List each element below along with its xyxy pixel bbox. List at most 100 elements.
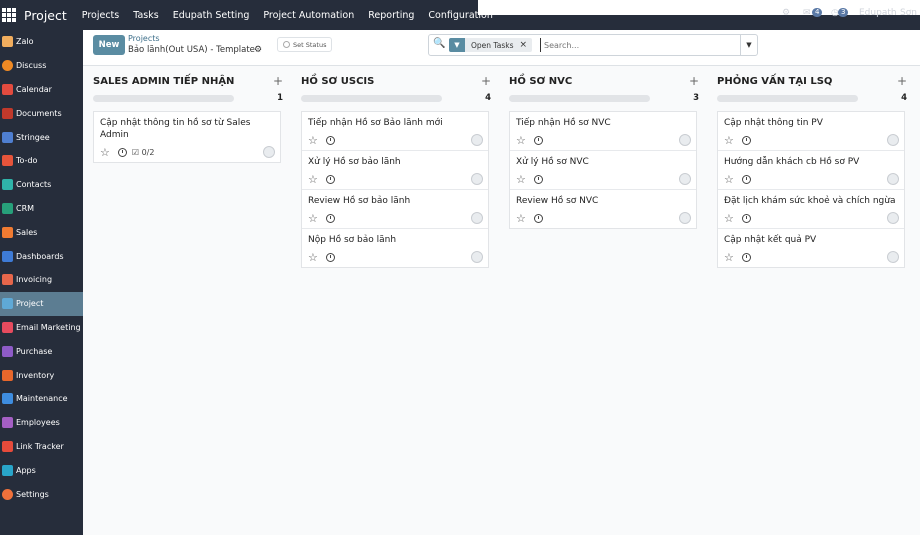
sidebar-item-purchase[interactable]: Purchase [0,339,83,363]
activity-clock-icon[interactable] [741,174,751,184]
activity-clock-icon[interactable] [741,252,751,262]
star-icon[interactable]: ☆ [724,252,734,263]
sidebar-item-crm[interactable]: CRM [0,197,83,221]
activity-clock-icon[interactable] [325,252,335,262]
sidebar-item-employees[interactable]: Employees [0,411,83,435]
bug-icon[interactable]: ⚙ [782,8,790,22]
star-icon[interactable]: ☆ [516,213,526,224]
menu-reporting[interactable]: Reporting [368,10,414,21]
sidebar-item-dashboards[interactable]: Dashboards [0,244,83,268]
status-circle-icon[interactable] [679,173,691,185]
star-icon[interactable]: ☆ [724,174,734,185]
sidebar-item-invoicing[interactable]: Invoicing [0,268,83,292]
sidebar-item-todo[interactable]: To-do [0,149,83,173]
menu-edupath-setting[interactable]: Edupath Setting [173,10,250,21]
app-sidebar: Zalo Discuss Calendar Documents Stringee… [0,30,83,535]
status-circle-icon[interactable] [471,251,483,263]
star-icon[interactable]: ☆ [516,174,526,185]
sidebar-item-label: Dashboards [16,251,64,261]
card-list: Cập nhật thông tin PV ☆ Hướng dẫn khách … [717,111,905,268]
activity-clock-icon[interactable] [741,213,751,223]
status-circle-icon[interactable] [887,212,899,224]
task-card[interactable]: Đặt lịch khám sức khoẻ và chích ngừa ☆ [718,190,904,229]
breadcrumb-current: Bảo lãnh(Out USA) - Template [128,45,255,55]
sidebar-item-stringee[interactable]: Stringee [0,125,83,149]
sidebar-item-project[interactable]: Project [0,291,83,316]
star-icon[interactable]: ☆ [724,213,734,224]
sidebar-item-maintenance[interactable]: Maintenance [0,387,83,411]
activity-clock-icon[interactable] [117,147,127,157]
sidebar-item-contacts[interactable]: Contacts [0,173,83,197]
activity-clock-icon[interactable] [533,213,543,223]
sidebar-item-label: Employees [16,418,60,428]
add-task-icon[interactable]: + [897,74,907,88]
app-name[interactable]: Project [24,8,67,23]
search-input[interactable] [540,38,736,52]
status-circle-icon[interactable] [471,134,483,146]
sidebar-item-link-tracker[interactable]: Link Tracker [0,435,83,459]
company-name[interactable]: Edupath [859,8,897,22]
status-circle-icon[interactable] [471,173,483,185]
add-task-icon[interactable]: + [689,74,699,88]
status-circle-icon[interactable] [679,134,691,146]
status-circle-icon[interactable] [471,212,483,224]
star-icon[interactable]: ☆ [100,147,110,158]
set-status-button[interactable]: Set Status [277,37,333,52]
gear-icon[interactable]: ⚙ [254,45,262,55]
sidebar-item-documents[interactable]: Documents [0,101,83,125]
task-card[interactable]: Hướng dẫn khách cb Hồ sơ PV ☆ [718,151,904,190]
star-icon[interactable]: ☆ [308,174,318,185]
sidebar-item-inventory[interactable]: Inventory [0,363,83,387]
sidebar-item-zalo[interactable]: Zalo [0,30,83,54]
column-title: PHỎNG VẤN TẠI LSQ [717,76,833,87]
task-card[interactable]: Tiếp nhận Hồ sơ NVC ☆ [510,112,696,151]
chat-icon[interactable]: ✉ [803,8,811,22]
task-card[interactable]: Cập nhật thông tin hồ sơ từ Sales Admin … [94,112,280,162]
task-card[interactable]: Review Hồ sơ NVC ☆ [510,190,696,228]
star-icon[interactable]: ☆ [308,135,318,146]
activity-clock-icon[interactable] [325,213,335,223]
task-card[interactable]: Xử lý Hồ sơ NVC ☆ [510,151,696,190]
task-card[interactable]: Cập nhật kết quả PV ☆ [718,229,904,267]
activity-clock-icon[interactable] [533,174,543,184]
new-button[interactable]: New [93,35,125,55]
search-dropdown-toggle[interactable]: ▼ [740,35,757,55]
status-circle-icon[interactable] [887,134,899,146]
sidebar-item-calendar[interactable]: Calendar [0,78,83,102]
sidebar-item-settings[interactable]: Settings [0,482,83,506]
task-card[interactable]: Review Hồ sơ bảo lãnh ☆ [302,190,488,229]
status-circle-icon[interactable] [679,212,691,224]
activity-clock-icon[interactable] [741,135,751,145]
star-icon[interactable]: ☆ [308,213,318,224]
add-task-icon[interactable]: + [481,74,491,88]
task-card[interactable]: Tiếp nhận Hồ sơ Bảo lãnh mới ☆ [302,112,488,151]
add-task-icon[interactable]: + [273,74,283,88]
activity-clock-icon[interactable] [325,174,335,184]
breadcrumb-projects-link[interactable]: Projects [128,34,160,43]
task-card[interactable]: Nộp Hồ sơ bảo lãnh ☆ [302,229,488,267]
star-icon[interactable]: ☆ [308,252,318,263]
star-icon[interactable]: ☆ [724,135,734,146]
apps-menu-icon[interactable] [2,8,16,22]
task-card[interactable]: Cập nhật thông tin PV ☆ [718,112,904,151]
status-circle-icon[interactable] [887,173,899,185]
menu-tasks[interactable]: Tasks [133,10,158,21]
status-circle-icon[interactable] [887,251,899,263]
sidebar-item-email-marketing[interactable]: Email Marketing [0,316,83,340]
menu-projects[interactable]: Projects [82,10,119,21]
filter-icon: ▼ [449,38,465,52]
card-list: Tiếp nhận Hồ sơ Bảo lãnh mới ☆ Xử lý Hồ … [301,111,489,268]
sidebar-item-apps[interactable]: Apps [0,458,83,482]
menu-project-automation[interactable]: Project Automation [263,10,354,21]
activity-clock-icon[interactable] [325,135,335,145]
project-icon [2,298,13,310]
task-title: Đặt lịch khám sức khoẻ và chích ngừa [724,196,896,206]
status-circle-icon[interactable] [263,146,275,158]
sidebar-item-sales[interactable]: Sales [0,220,83,244]
sidebar-item-discuss[interactable]: Discuss [0,54,83,78]
task-card[interactable]: Xử lý Hồ sơ bảo lãnh ☆ [302,151,488,190]
activity-clock-icon[interactable] [533,135,543,145]
star-icon[interactable]: ☆ [516,135,526,146]
user-menu[interactable]: Sơn [900,8,917,22]
remove-facet-icon[interactable]: × [520,40,533,50]
